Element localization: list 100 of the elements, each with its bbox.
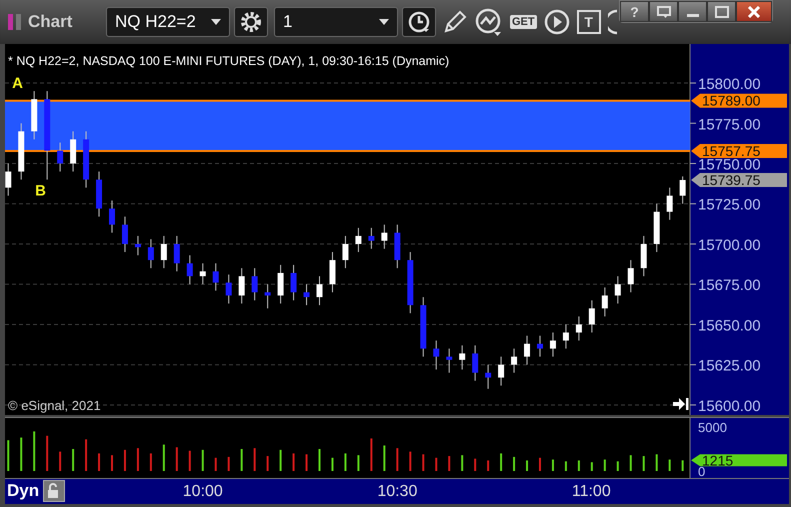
candlestick xyxy=(304,284,310,306)
pencil-icon[interactable] xyxy=(442,9,468,35)
volume-tag: 1215 xyxy=(691,452,787,468)
candlestick xyxy=(278,264,284,304)
interval-dropdown[interactable]: 1 xyxy=(274,7,398,37)
ref-line-label: 15757.75 xyxy=(702,143,761,160)
close-icon xyxy=(747,6,761,18)
candlestick xyxy=(31,90,38,140)
axis-label: 15750.00 xyxy=(690,156,761,174)
volume-bar xyxy=(85,439,88,471)
candlestick xyxy=(226,274,232,304)
axis-label: 15625.00 xyxy=(690,358,761,375)
maximize-button[interactable] xyxy=(707,1,736,22)
axis-label: 15700.00 xyxy=(690,236,761,254)
volume-bar xyxy=(448,456,450,471)
symbol-dropdown[interactable]: NQ H22=2 xyxy=(106,7,230,37)
lock-icon xyxy=(47,483,61,499)
window-title: Chart xyxy=(28,12,74,32)
candlestick xyxy=(680,176,686,204)
volume-bar xyxy=(642,456,645,471)
candlestick xyxy=(174,235,180,272)
candlestick xyxy=(537,335,543,358)
volume-bar xyxy=(72,449,74,471)
restore-button[interactable] xyxy=(649,1,678,22)
candlestick xyxy=(394,224,400,269)
candlestick xyxy=(96,171,102,218)
volume-bar xyxy=(396,448,398,471)
text-tool-button[interactable]: T xyxy=(576,10,601,34)
candlestick xyxy=(18,122,24,180)
chart-info: * NQ H22=2, NASDAQ 100 E-MINI FUTURES (DAY), 1, 09:30-16:15 (Dynamic) xyxy=(8,54,450,68)
time-label: 10:30 xyxy=(377,483,418,501)
volume-bar xyxy=(331,458,334,471)
volume-bar xyxy=(136,448,139,471)
candlestick xyxy=(628,260,634,293)
drawing-label: A xyxy=(12,75,24,92)
volume-bar xyxy=(409,452,412,471)
volume-bar xyxy=(526,460,528,471)
volume-bar xyxy=(370,438,372,471)
candlestick xyxy=(459,344,466,370)
volume-bar xyxy=(461,455,464,471)
candlestick xyxy=(654,203,660,253)
candlestick xyxy=(186,254,193,285)
volume-bar xyxy=(513,456,516,471)
lock-button[interactable] xyxy=(43,480,65,502)
play-icon[interactable] xyxy=(544,9,570,35)
candlestick xyxy=(602,286,608,317)
volume-bar xyxy=(228,456,230,471)
candlestick xyxy=(472,344,478,382)
candlestick xyxy=(238,268,245,304)
candlestick xyxy=(70,130,76,172)
volume-bar xyxy=(162,444,165,471)
candlestick xyxy=(200,262,206,285)
minimize-icon xyxy=(686,14,698,17)
volume-bar xyxy=(240,449,243,471)
line-chart-icon[interactable] xyxy=(475,8,503,36)
restore-icon xyxy=(656,6,670,18)
minimize-button[interactable] xyxy=(678,1,707,22)
volume-bar xyxy=(422,454,424,471)
volume-bar xyxy=(344,453,346,471)
volume-bar xyxy=(357,455,360,471)
candlestick xyxy=(160,235,167,269)
volume-bar xyxy=(500,453,502,471)
candlestick xyxy=(511,348,518,374)
volume-bar xyxy=(292,453,295,471)
mode-label: Dyn xyxy=(7,481,40,501)
candlestick xyxy=(485,364,492,390)
volume-bar xyxy=(604,460,606,471)
close-button[interactable] xyxy=(736,1,772,22)
volume-bar xyxy=(590,462,593,471)
copyright: © eSignal, 2021 xyxy=(8,398,101,413)
candlestick xyxy=(122,216,128,253)
last-price-tag: 15739.75 xyxy=(691,172,787,188)
volume-bar xyxy=(214,458,217,471)
candlestick xyxy=(588,300,595,333)
candlestick xyxy=(329,252,336,293)
maximize-icon xyxy=(714,6,728,18)
volume-bar xyxy=(46,436,48,471)
settings-button[interactable] xyxy=(234,7,268,37)
scroll-to-end-icon[interactable] xyxy=(673,398,688,410)
candlestick xyxy=(290,264,297,301)
caret-icon xyxy=(379,19,389,25)
volume-bar xyxy=(578,460,580,471)
get-button[interactable]: GET xyxy=(510,15,537,29)
clock-button[interactable] xyxy=(402,7,436,37)
price-tag: 15757.75 xyxy=(691,143,787,160)
candlestick xyxy=(148,238,154,269)
price-tag: 15789.00 xyxy=(691,92,787,109)
candlestick xyxy=(498,356,504,386)
candlestick xyxy=(550,332,556,358)
axis-label: 15775.00 xyxy=(690,116,761,134)
volume-bar xyxy=(266,456,269,471)
volume-bar xyxy=(33,431,36,471)
candlestick xyxy=(368,227,374,250)
candlestick xyxy=(381,224,388,250)
candlestick xyxy=(576,316,582,342)
volume-bar xyxy=(306,454,308,471)
volume-bar xyxy=(682,460,684,471)
volume-bar xyxy=(668,460,671,471)
candlestick xyxy=(524,335,530,366)
candlestick xyxy=(407,252,414,314)
